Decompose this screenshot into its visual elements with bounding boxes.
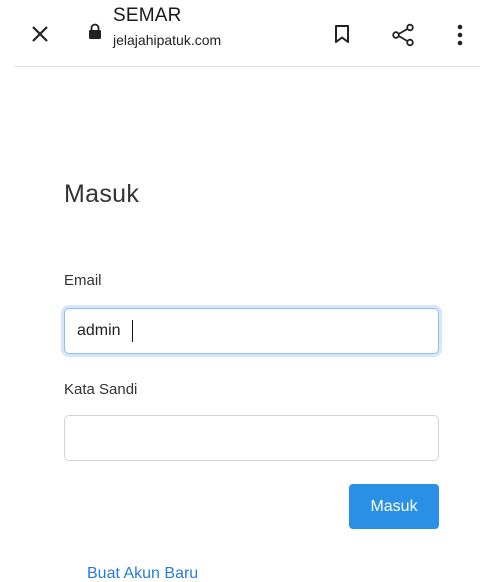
top-bar-divider	[14, 66, 480, 67]
email-field[interactable]	[64, 308, 439, 354]
site-url: jelajahipatuk.com	[113, 32, 222, 48]
close-icon	[32, 26, 48, 42]
password-label: Kata Sandi	[64, 381, 138, 398]
text-cursor	[132, 320, 133, 342]
more-options-button[interactable]	[450, 20, 470, 50]
lock-icon	[89, 23, 101, 39]
more-vert-icon	[457, 24, 463, 46]
browser-top-bar: SEMAR jelajahipatuk.com	[0, 0, 480, 66]
page-title: Masuk	[64, 180, 140, 208]
share-button[interactable]	[388, 20, 418, 50]
register-link[interactable]: Buat Akun Baru	[87, 565, 198, 582]
password-field[interactable]	[64, 415, 439, 461]
share-icon	[392, 23, 414, 47]
email-label: Email	[64, 272, 102, 289]
bookmark-icon	[335, 25, 349, 43]
login-button[interactable]: Masuk	[349, 484, 439, 529]
page: SEMAR jelajahipatuk.com Masuk Email admi…	[0, 0, 480, 582]
site-title: SEMAR	[113, 5, 182, 26]
close-button[interactable]	[26, 20, 54, 48]
bookmark-button[interactable]	[328, 20, 356, 48]
